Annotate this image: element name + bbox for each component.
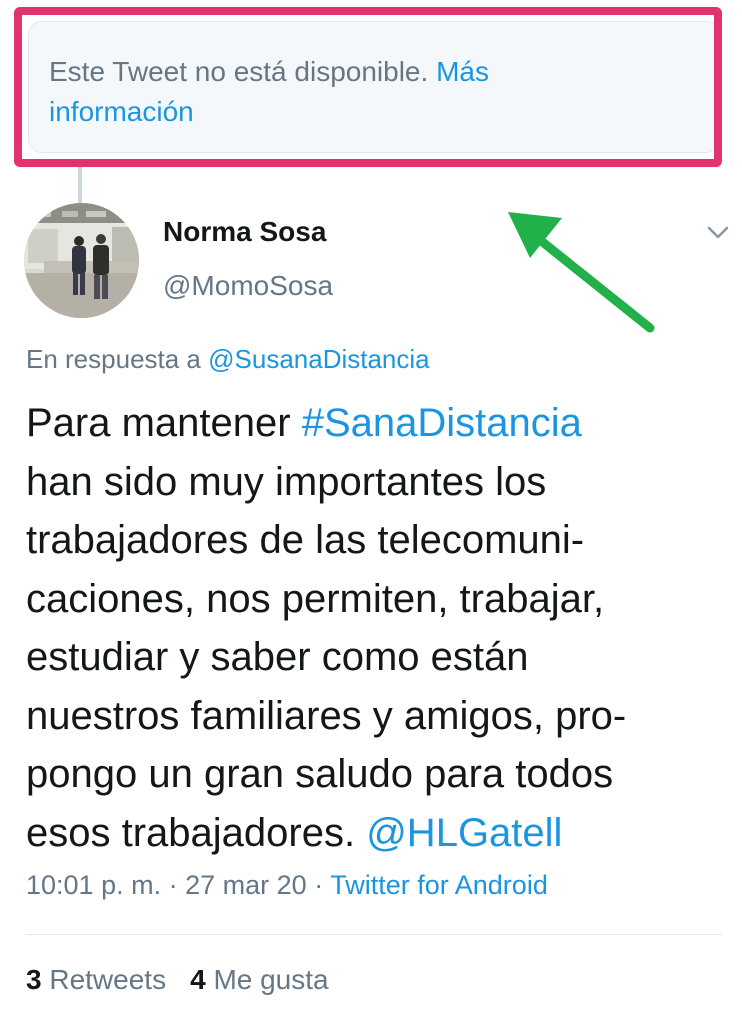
tweet-line: Para mantener #SanaDistancia [26,401,582,445]
tweet-line: nuestros familiares y amigos, pro- [26,693,627,738]
highlight-frame [14,7,722,167]
tweet-date[interactable]: 27 mar 20 [185,870,307,900]
author-handle[interactable]: @MomoSosa [163,270,333,302]
tweet-meta: 10:01 p. m. · 27 mar 20 · Twitter for An… [26,870,548,901]
avatar-photo [24,203,139,318]
likes-stat[interactable]: 4 Me gusta [190,964,329,995]
annotation-arrow-icon [508,212,655,333]
reply-prefix: En respuesta a [26,344,201,374]
tweet-stats: 3 Retweets 4 Me gusta [26,964,329,996]
tweet-text: Para mantener #SanaDistancia han sido mu… [26,394,726,862]
hashtag-link[interactable]: #SanaDistancia [302,401,582,445]
reply-to-line: En respuesta a @SusanaDistancia [26,344,430,375]
tweet-line: caciones, nos permiten, trabajar, [26,576,605,621]
tweet-line: han sido muy importantes los [26,459,547,504]
retweets-stat[interactable]: 3 Retweets [26,964,166,995]
avatar[interactable] [24,203,139,318]
author-name[interactable]: Norma Sosa [163,216,326,248]
thread-connector [78,167,82,203]
tweet-line: esos trabajadores. @HLGatell [26,810,563,855]
meta-separator: · [314,870,324,900]
tweet-line: pongo un gran saludo para todos [26,752,614,796]
divider [26,934,722,935]
mention-link[interactable]: @HLGatell [366,811,562,855]
tweet-line: estudiar y saber como están [26,635,529,679]
tweet-time[interactable]: 10:01 p. m. [26,870,161,900]
meta-separator: · [168,870,178,900]
tweet-source-link[interactable]: Twitter for Android [330,870,548,900]
reply-mention-link[interactable]: @SusanaDistancia [208,344,430,374]
tweet-line: trabajadores de las telecomuni- [26,518,585,562]
chevron-down-icon[interactable] [706,224,730,242]
